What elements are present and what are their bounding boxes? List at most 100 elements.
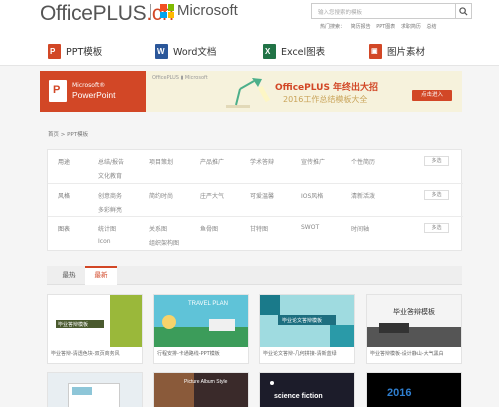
enter-button[interactable]: 点击进入 xyxy=(412,90,452,101)
template-thumbnail: Picture Album Style xyxy=(154,373,248,407)
filter-row-chart: 图表 统计图 关系图 鱼骨图 甘特图 SWOT 时间轴 Icon 组织架构图 多… xyxy=(48,217,463,251)
nav-label: Excel图表 xyxy=(281,47,326,58)
microsoft-logo-icon xyxy=(160,4,174,18)
search-icon xyxy=(459,7,468,16)
banner-subtitle: 2016工作总结模板大全 xyxy=(283,95,368,104)
thumb-title: 毕业答辩模板 xyxy=(393,309,435,316)
filter-label: 图表 xyxy=(58,226,71,233)
tab-hottest[interactable]: 最热 xyxy=(53,266,85,285)
desk-lamp-icon xyxy=(226,78,271,108)
filter-label: 用途 xyxy=(58,159,71,166)
nav-label: PPT模板 xyxy=(66,47,103,58)
template-card[interactable]: TRAVEL PLAN 行程安排-卡通路线-PPT模板 xyxy=(153,294,249,364)
hot-link[interactable]: 求职简历 xyxy=(401,24,421,30)
excel-icon: X xyxy=(263,43,276,59)
nav-picture-assets[interactable]: ▣ 图片素材 xyxy=(369,42,425,60)
filter-option[interactable]: 可爱温馨 xyxy=(250,191,274,200)
multi-select-button[interactable]: 多选 xyxy=(424,190,449,200)
multi-select-button[interactable]: 多选 xyxy=(424,223,449,233)
powerpoint-icon: P xyxy=(49,80,67,102)
search-input[interactable]: 输入您搜索的模板 xyxy=(311,3,456,19)
nav-ppt-templates[interactable]: P PPT模板 xyxy=(48,42,102,60)
template-thumbnail: science fiction xyxy=(260,373,354,407)
filter-option[interactable]: 甘特图 xyxy=(250,224,268,233)
template-caption: 毕业答辩模板-设计静山-大气黑白 xyxy=(370,351,444,357)
thumb-title: 2016 xyxy=(387,387,412,399)
microsoft-wordmark: Microsoft xyxy=(177,2,238,19)
template-thumbnail: 2016 xyxy=(367,373,461,407)
hot-link[interactable]: PPT图表 xyxy=(376,24,395,30)
filter-option[interactable]: 统计图 xyxy=(98,224,116,233)
template-thumbnail xyxy=(48,373,142,407)
filter-option[interactable]: 文化教育 xyxy=(98,171,122,180)
sort-tabs: 最热 最新 xyxy=(47,266,462,285)
banner-brand: OfficePLUS ▮ Microsoft xyxy=(152,75,208,81)
template-card[interactable]: 毕业答辩模板 毕业答辩-清透色块-双页商务风 xyxy=(47,294,143,364)
hot-link[interactable]: 总结 xyxy=(427,24,437,30)
template-caption: 行程安排-卡通路线-PPT模板 xyxy=(157,351,220,357)
powerpoint-icon: P xyxy=(48,43,61,59)
template-card[interactable]: Picture Album Style xyxy=(153,372,249,407)
filter-option[interactable]: 组织架构图 xyxy=(149,238,179,247)
filter-row-style: 风格 创意商务 简约时尚 庄严大气 可爱温馨 IOS风格 清新活泼 多彩鲜亮 多… xyxy=(48,184,463,217)
banner-title: OfficePLUS 年终出大招 xyxy=(275,83,379,93)
category-nav: P PPT模板 W Word文档 X Excel图表 ▣ 图片素材 xyxy=(0,36,499,66)
hot-label: 热门搜索： xyxy=(320,24,346,30)
filter-option[interactable]: 项目策划 xyxy=(149,157,173,166)
filter-option[interactable]: IOS风格 xyxy=(301,191,323,200)
search-button[interactable] xyxy=(456,3,472,19)
picture-icon: ▣ xyxy=(369,43,382,59)
nav-excel-charts[interactable]: X Excel图表 xyxy=(263,42,325,60)
template-thumbnail: 毕业答辩模板 xyxy=(367,295,461,347)
filter-label: 风格 xyxy=(58,193,71,200)
tab-newest[interactable]: 最新 xyxy=(85,266,117,285)
filter-option[interactable]: 创意商务 xyxy=(98,191,122,200)
filter-option[interactable]: 时间轴 xyxy=(351,224,369,233)
template-card[interactable]: 2016 xyxy=(366,372,462,407)
thumb-title: Picture Album Style xyxy=(184,379,228,385)
filter-option[interactable]: 产品推广 xyxy=(200,157,224,166)
filter-option[interactable]: 鱼骨图 xyxy=(200,224,218,233)
multi-select-button[interactable]: 多选 xyxy=(424,156,449,166)
hot-searches: 热门搜索： 简历报告 PPT图表 求职简历 总结 xyxy=(320,23,441,30)
promo-banner[interactable]: P Microsoft® PowerPoint OfficePLUS ▮ Mic… xyxy=(40,71,462,112)
filter-option[interactable]: 庄严大气 xyxy=(200,191,224,200)
product-name: PowerPoint xyxy=(72,90,116,100)
thumb-title: 毕业答辩模板 xyxy=(58,322,89,328)
breadcrumb[interactable]: 首页 > PPT模板 xyxy=(48,130,88,138)
logo-divider xyxy=(150,4,151,20)
filter-option[interactable]: 清新活泼 xyxy=(351,191,375,200)
filter-option[interactable]: 总结/报告 xyxy=(98,157,124,166)
filter-option[interactable]: 个性简历 xyxy=(351,157,375,166)
powerpoint-promo-block: P Microsoft® PowerPoint xyxy=(40,71,146,112)
filter-option[interactable]: 学术答辩 xyxy=(250,157,274,166)
nav-label: 图片素材 xyxy=(387,47,426,58)
thumb-title: TRAVEL PLAN xyxy=(188,301,229,307)
template-card[interactable]: 毕业答辩模板 毕业答辩模板-设计静山-大气黑白 xyxy=(366,294,462,364)
template-card[interactable] xyxy=(47,372,143,407)
nav-label: Word文档 xyxy=(173,47,217,58)
word-icon: W xyxy=(155,43,168,59)
filter-option[interactable]: 简约时尚 xyxy=(149,191,173,200)
template-thumbnail: 毕业论文答辩模板 xyxy=(260,295,354,347)
hot-link[interactable]: 简历报告 xyxy=(351,24,371,30)
filter-option[interactable]: 宣传推广 xyxy=(301,157,325,166)
thumb-title: 毕业论文答辩模板 xyxy=(282,318,323,324)
filter-option[interactable]: Icon xyxy=(98,238,111,245)
template-caption: 毕业答辩-清透色块-双页商务风 xyxy=(51,351,120,357)
officeplus-logo[interactable]: OfficePLUS.cn xyxy=(40,2,174,26)
template-card[interactable]: science fiction xyxy=(259,372,355,407)
template-card[interactable]: 毕业论文答辩模板 毕业论文答辩-几何拼接-清新蓝绿 xyxy=(259,294,355,364)
nav-word-documents[interactable]: W Word文档 xyxy=(155,42,216,60)
product-small-text: Microsoft® xyxy=(72,82,106,89)
site-header: OfficePLUS.cn Microsoft 输入您搜索的模板 热门搜索： 简… xyxy=(0,0,499,36)
template-thumbnail: 毕业答辩模板 xyxy=(48,295,142,347)
template-caption: 毕业论文答辩-几何拼接-清新蓝绿 xyxy=(263,351,337,357)
template-thumbnail: TRAVEL PLAN xyxy=(154,295,248,347)
filter-panel: 用途 总结/报告 项目策划 产品推广 学术答辩 宣传推广 个性简历 文化教育 多… xyxy=(47,149,463,251)
filter-option[interactable]: SWOT xyxy=(301,224,319,231)
thumb-title: science fiction xyxy=(274,393,323,400)
filter-option[interactable]: 多彩鲜亮 xyxy=(98,205,122,214)
filter-row-usage: 用途 总结/报告 项目策划 产品推广 学术答辩 宣传推广 个性简历 文化教育 多… xyxy=(48,150,463,184)
filter-option[interactable]: 关系图 xyxy=(149,224,167,233)
